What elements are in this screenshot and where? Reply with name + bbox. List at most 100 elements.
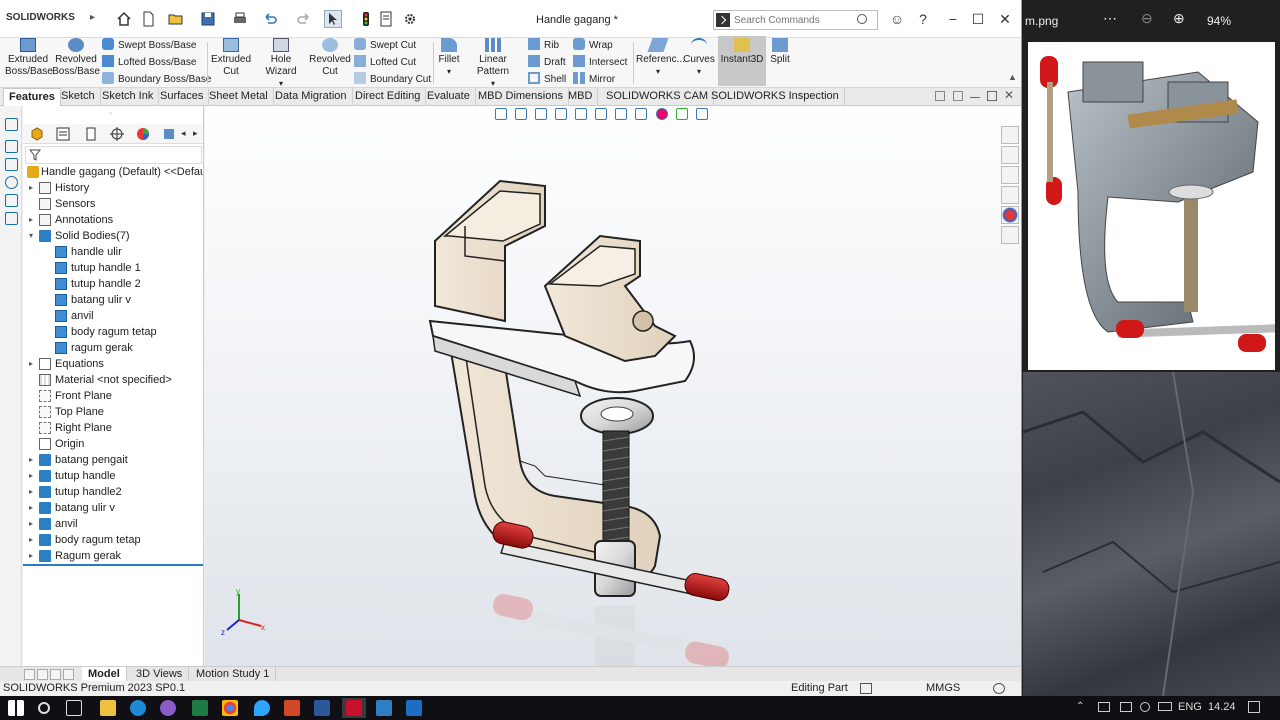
home-icon[interactable] xyxy=(116,11,132,27)
close-button[interactable]: ✕ xyxy=(994,8,1016,30)
last-tab-icon[interactable] xyxy=(63,669,74,680)
tab-scroll-left-icon[interactable]: ◂ xyxy=(181,128,186,139)
edit-appearance-icon[interactable] xyxy=(655,108,668,120)
reference-geometry-button[interactable]: Referenc... ▾ xyxy=(636,38,685,78)
clock[interactable]: 14.24 xyxy=(1208,701,1236,713)
propertymanager-icon[interactable] xyxy=(5,140,18,153)
previous-view-icon[interactable] xyxy=(535,108,548,120)
custom-properties-icon[interactable] xyxy=(1001,226,1019,244)
view-palette-icon[interactable] xyxy=(1001,186,1019,204)
battery-icon[interactable] xyxy=(1158,702,1172,711)
tree-expander-icon[interactable]: ▸ xyxy=(29,212,37,228)
tree-expander-icon[interactable]: ▸ xyxy=(29,532,37,548)
tab-evaluate[interactable]: Evaluate xyxy=(422,88,476,106)
linear-pattern-dropdown[interactable]: ▾ xyxy=(491,79,495,88)
dynamic-annotation-icon[interactable] xyxy=(575,108,588,120)
more-options-icon[interactable]: ⋯ xyxy=(1103,10,1117,27)
tab-solidworks-cam[interactable]: SOLIDWORKS CAM xyxy=(601,88,715,106)
collapse-ribbon-icon[interactable]: ▲ xyxy=(1008,72,1017,82)
tab-sketch[interactable]: Sketch xyxy=(56,88,101,106)
design-library-icon[interactable] xyxy=(1001,146,1019,164)
tab-sheet-metal[interactable]: Sheet Metal xyxy=(204,88,274,106)
display-manager-tab-icon[interactable] xyxy=(135,126,151,142)
boundary-boss-button[interactable]: Boundary Boss/Base xyxy=(102,72,211,86)
tab-sketch-ink[interactable]: Sketch Ink xyxy=(97,88,160,106)
hole-wizard-button[interactable]: Hole Wizard ▾ xyxy=(254,38,308,90)
mirror-button[interactable]: Mirror xyxy=(573,72,615,86)
tray-chevron-icon[interactable]: ⌃ xyxy=(1076,701,1084,712)
powerpoint-icon[interactable] xyxy=(284,700,300,716)
revolved-boss-button[interactable]: Revolved Boss/Base xyxy=(52,38,100,78)
tab-mbd-dimensions[interactable]: MBD Dimensions xyxy=(473,88,569,106)
lofted-cut-button[interactable]: Lofted Cut xyxy=(354,55,416,69)
view-orientation-icon[interactable] xyxy=(595,108,608,120)
tray-app-icon[interactable] xyxy=(1098,702,1110,712)
extruded-cut-button[interactable]: Extruded Cut xyxy=(210,38,252,78)
tab-scroll-right-icon[interactable]: ▸ xyxy=(193,128,198,139)
file-properties-icon[interactable] xyxy=(378,11,394,27)
excel-icon[interactable] xyxy=(192,700,208,716)
extruded-boss-button[interactable]: Extruded Boss/Base xyxy=(5,38,53,78)
intersect-button[interactable]: Intersect xyxy=(573,55,627,69)
unit-system[interactable]: MMGS xyxy=(926,681,960,695)
quick-tips-icon[interactable] xyxy=(993,683,1005,694)
cam-feature-tree-icon[interactable] xyxy=(5,212,18,225)
photos-icon[interactable] xyxy=(376,700,392,716)
panel-grip-icon[interactable]: ◦ xyxy=(109,109,112,118)
chrome-icon[interactable] xyxy=(222,700,238,716)
tile-window-icon[interactable] xyxy=(935,91,945,101)
tree-expander-icon[interactable]: ▸ xyxy=(29,500,37,516)
notification-icon[interactable] xyxy=(1248,701,1260,713)
display-style-icon[interactable] xyxy=(615,108,628,120)
featuremanager-icon[interactable] xyxy=(5,118,18,131)
tab-mbd[interactable]: MBD xyxy=(563,88,599,106)
dimxpert-tab-icon[interactable] xyxy=(109,126,125,142)
installer-icon[interactable] xyxy=(406,700,422,716)
doc-restore-icon[interactable] xyxy=(987,91,997,101)
tab-motion-study[interactable]: Motion Study 1 xyxy=(190,667,277,682)
solidworks-taskbar-button[interactable] xyxy=(342,698,366,718)
file-explorer-taskbar-icon[interactable] xyxy=(100,700,116,716)
tree-expander-icon[interactable]: ▸ xyxy=(29,468,37,484)
tree-expander-icon[interactable]: ▸ xyxy=(29,180,37,196)
vise-3d-model[interactable] xyxy=(405,166,945,666)
split-button[interactable]: Split xyxy=(768,38,792,66)
view-settings-icon[interactable] xyxy=(695,108,708,120)
dimxpert-icon[interactable] xyxy=(5,176,18,189)
doc-close-icon[interactable]: ✕ xyxy=(1004,88,1014,102)
display-manager-icon[interactable] xyxy=(5,194,18,207)
instant3d-button[interactable]: Instant3D xyxy=(718,36,766,86)
volume-icon[interactable] xyxy=(1140,702,1150,712)
account-icon[interactable]: ☺ xyxy=(886,8,908,30)
rebuild-icon[interactable] xyxy=(860,683,872,694)
edge-browser-icon[interactable] xyxy=(130,700,146,716)
undo-icon[interactable] xyxy=(262,11,278,27)
appearances-icon[interactable] xyxy=(1001,206,1019,224)
network-icon[interactable] xyxy=(1120,702,1132,712)
rib-button[interactable]: Rib xyxy=(528,38,559,52)
fillet-button[interactable]: Fillet ▾ xyxy=(436,38,462,78)
hole-wizard-dropdown[interactable]: ▾ xyxy=(279,79,283,88)
tree-expander-icon[interactable]: ▾ xyxy=(29,228,37,244)
prev-tab-icon[interactable] xyxy=(37,669,48,680)
search-commands-box[interactable] xyxy=(713,10,878,30)
zoom-out-icon[interactable]: ⊖ xyxy=(1141,10,1153,27)
options-gear-icon[interactable] xyxy=(402,11,418,27)
hide-show-items-icon[interactable] xyxy=(635,108,648,120)
tab-3d-views[interactable]: 3D Views xyxy=(130,667,190,682)
print-icon[interactable] xyxy=(232,11,248,27)
draft-button[interactable]: Draft xyxy=(528,55,566,69)
search-icon[interactable] xyxy=(857,14,867,24)
tab-direct-editing[interactable]: Direct Editing xyxy=(350,88,427,106)
reference-geometry-dropdown[interactable]: ▾ xyxy=(656,67,660,76)
tree-expander-icon[interactable]: ▸ xyxy=(29,356,37,372)
graphics-area[interactable]: y x z xyxy=(205,106,1021,666)
section-view-icon[interactable] xyxy=(555,108,568,120)
shell-button[interactable]: Shell xyxy=(528,72,566,86)
boundary-cut-button[interactable]: Boundary Cut xyxy=(354,72,431,86)
curves-dropdown[interactable]: ▾ xyxy=(697,67,701,76)
curves-button[interactable]: Curves ▾ xyxy=(682,38,716,78)
tree-expander-icon[interactable]: ▸ xyxy=(29,484,37,500)
next-tab-icon[interactable] xyxy=(50,669,61,680)
tree-expander-icon[interactable]: ▸ xyxy=(29,548,37,564)
